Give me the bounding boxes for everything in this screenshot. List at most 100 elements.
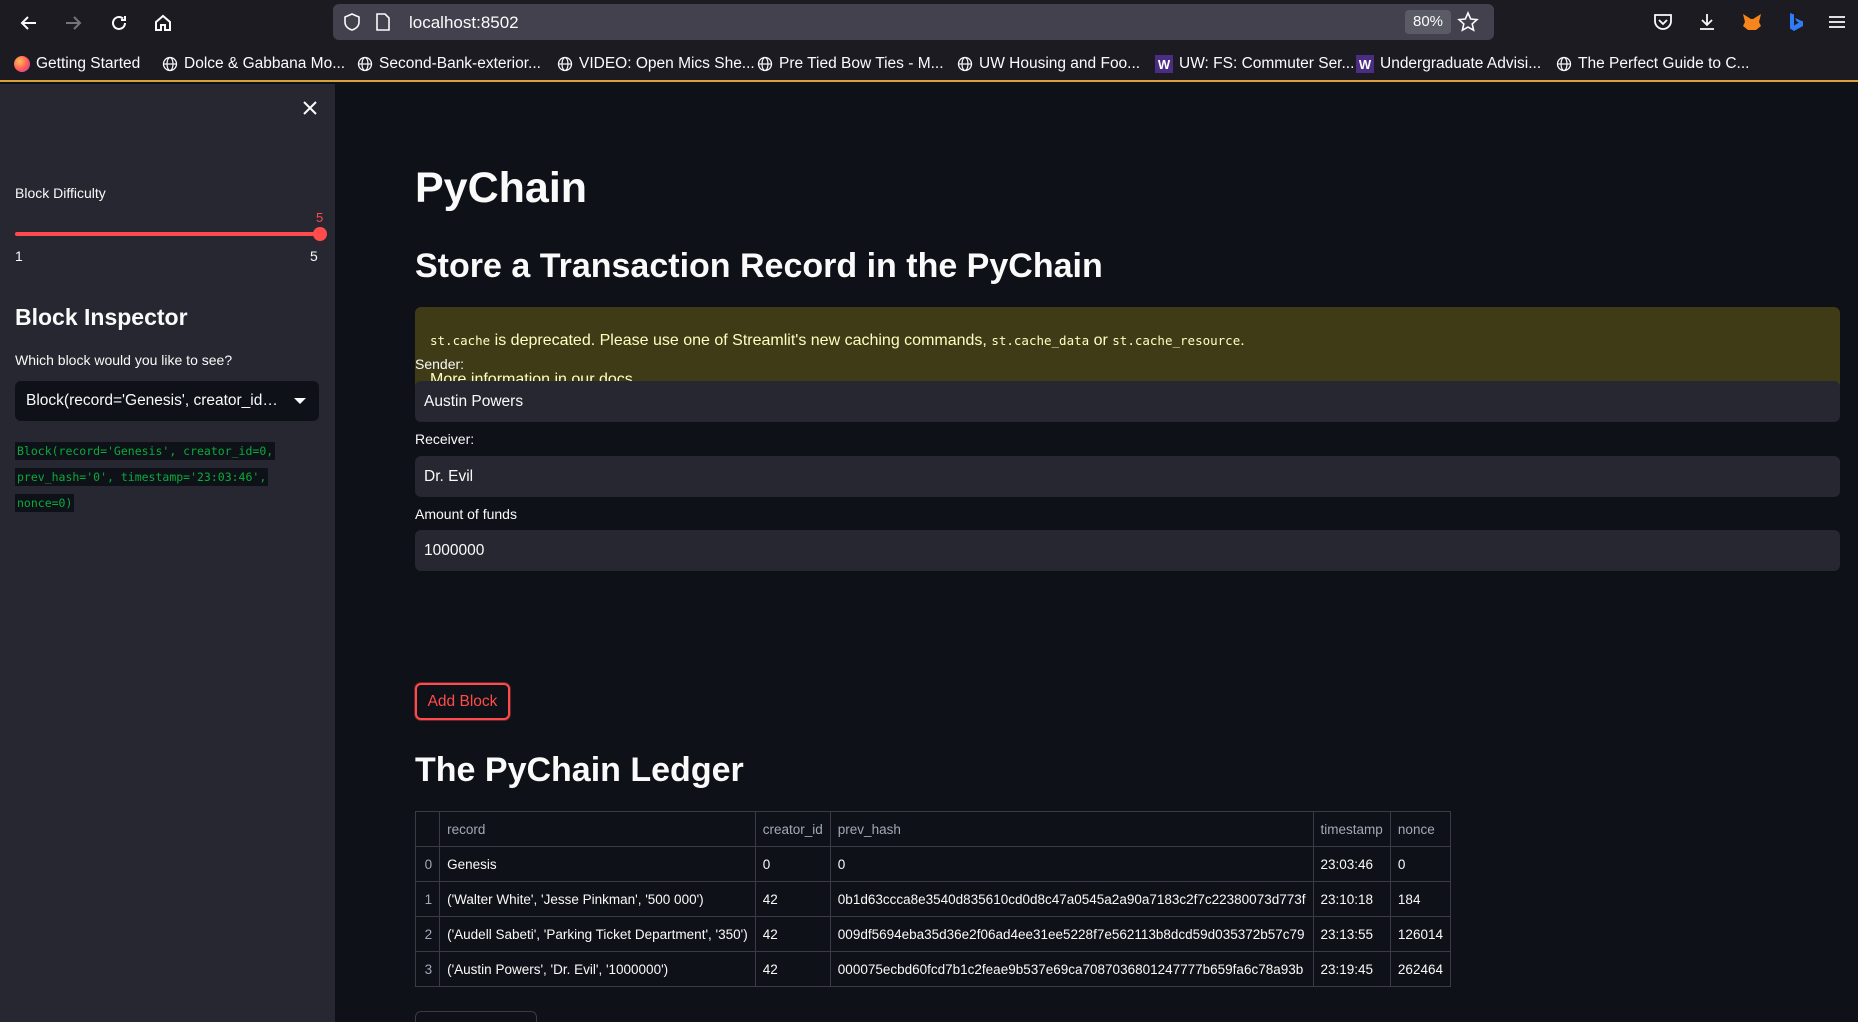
warning-text: or [1089, 332, 1113, 349]
sidebar: Block Difficulty 5 1 5 Block Inspector W… [0, 84, 335, 1022]
warning-code: st.cache [430, 333, 491, 348]
cell-creator-id[interactable]: 42 [754, 881, 831, 917]
pocket-icon[interactable] [1652, 11, 1676, 35]
globe-icon [957, 56, 973, 72]
block-select-dropdown[interactable]: Block(record='Genesis', creator_id=... [15, 381, 319, 421]
receiver-input[interactable] [415, 456, 1840, 497]
metamask-fox-icon[interactable] [1741, 11, 1765, 35]
block-select-label: Which block would you like to see? [15, 352, 233, 368]
bookmark-item[interactable]: UW Housing and Foo... [957, 53, 1140, 75]
page-icon[interactable] [375, 13, 391, 31]
cell-prev-hash[interactable]: 000075ecbd60fcd7b1c2feae9b537e69ca708703… [829, 951, 1314, 987]
zoom-level-badge[interactable]: 80% [1405, 10, 1452, 34]
column-header-creator-id[interactable]: creator_id [754, 811, 831, 847]
bookmark-item[interactable]: The Perfect Guide to C... [1556, 53, 1749, 75]
reload-icon [112, 15, 126, 30]
browser-toolbar: localhost:8502 80% [0, 0, 1858, 45]
warning-text: is deprecated. Please use one of Streaml… [490, 332, 992, 349]
main-content: PyChain Store a Transaction Record in th… [335, 84, 1858, 1022]
bookmark-getting-started[interactable]: Getting Started [14, 53, 140, 75]
home-button[interactable] [148, 8, 178, 38]
column-header-prev-hash[interactable]: prev_hash [829, 811, 1314, 847]
block-select-value: Block(record='Genesis', creator_id=... [26, 392, 282, 409]
code-line: prev_hash='0', timestamp='23:03:46', [15, 468, 269, 486]
chevron-down-icon [294, 398, 306, 404]
reload-button[interactable] [104, 8, 134, 38]
cell-prev-hash[interactable]: 0b1d63ccca8e3540d835610cd0d8c47a0545a2a9… [829, 881, 1314, 917]
slider-current-value: 5 [316, 210, 324, 225]
uw-logo-icon: W [1155, 55, 1173, 73]
slider-max-label: 5 [310, 248, 318, 264]
sender-input[interactable] [415, 381, 1840, 422]
table-row: 2 ('Audell Sabeti', 'Parking Ticket Depa… [414, 916, 1452, 952]
cell-timestamp[interactable]: 23:19:45 [1312, 951, 1391, 987]
code-line: Block(record='Genesis', creator_id=0, [15, 442, 276, 460]
bookmark-star-icon[interactable] [1457, 11, 1479, 33]
table-header-row: record creator_id prev_hash timestamp no… [414, 811, 1452, 847]
home-icon [155, 14, 171, 31]
bookmark-item[interactable]: VIDEO: Open Mics She... [557, 53, 755, 75]
row-index[interactable]: 1 [414, 881, 441, 917]
column-header-index[interactable] [414, 811, 441, 847]
cell-record[interactable]: ('Austin Powers', 'Dr. Evil', '1000000') [439, 951, 756, 987]
bookmark-item[interactable]: Dolce & Gabbana Mo... [162, 53, 345, 75]
uw-logo-icon: W [1356, 55, 1374, 73]
block-difficulty-label: Block Difficulty [15, 185, 106, 201]
forward-button[interactable] [58, 8, 88, 38]
cell-prev-hash[interactable]: 0 [829, 846, 1314, 882]
cell-prev-hash[interactable]: 009df5694eba35d36e2f06ad4ee31ee5228f7e56… [829, 916, 1314, 952]
column-header-nonce[interactable]: nonce [1389, 811, 1452, 847]
globe-icon [162, 56, 178, 72]
ledger-table[interactable]: record creator_id prev_hash timestamp no… [414, 811, 1452, 987]
cell-timestamp[interactable]: 23:03:46 [1312, 846, 1391, 882]
add-block-button[interactable]: Add Block [415, 683, 510, 720]
cell-nonce[interactable]: 0 [1389, 846, 1452, 882]
amount-label: Amount of funds [415, 506, 517, 522]
code-line: nonce=0) [15, 494, 75, 512]
menu-icon[interactable] [1826, 11, 1850, 35]
bookmark-item[interactable]: W UW: FS: Commuter Ser... [1155, 53, 1354, 75]
cell-creator-id[interactable]: 42 [754, 916, 831, 952]
cell-creator-id[interactable]: 42 [754, 951, 831, 987]
cell-record[interactable]: ('Walter White', 'Jesse Pinkman', '500 0… [439, 881, 756, 917]
cell-record[interactable]: ('Audell Sabeti', 'Parking Ticket Depart… [439, 916, 756, 952]
cell-nonce[interactable]: 262464 [1389, 951, 1452, 987]
cell-nonce[interactable]: 184 [1389, 881, 1452, 917]
receiver-label: Receiver: [415, 431, 475, 447]
partially-visible-button[interactable] [415, 1011, 537, 1022]
back-arrow-icon [20, 16, 36, 30]
cell-record[interactable]: Genesis [439, 846, 756, 882]
cell-nonce[interactable]: 126014 [1389, 916, 1452, 952]
ledger-heading: The PyChain Ledger [415, 751, 744, 789]
block-inspector-heading: Block Inspector [15, 304, 188, 330]
shield-icon[interactable] [343, 13, 361, 31]
cell-timestamp[interactable]: 23:13:55 [1312, 916, 1391, 952]
row-index[interactable]: 3 [414, 951, 441, 987]
column-header-timestamp[interactable]: timestamp [1312, 811, 1391, 847]
cell-creator-id[interactable]: 0 [754, 846, 831, 882]
warning-message: st.cache is deprecated. Please use one o… [430, 332, 1245, 350]
table-row: 3 ('Austin Powers', 'Dr. Evil', '1000000… [414, 951, 1452, 987]
amount-input[interactable] [415, 530, 1840, 571]
difficulty-slider-thumb[interactable] [313, 227, 327, 241]
back-button[interactable] [14, 8, 44, 38]
sender-label: Sender: [415, 356, 465, 372]
cell-timestamp[interactable]: 23:10:18 [1312, 881, 1391, 917]
bookmark-item[interactable]: Pre Tied Bow Ties - M... [757, 53, 944, 75]
bookmarks-bar: Getting Started Dolce & Gabbana Mo... Se… [0, 45, 1858, 82]
slider-min-label: 1 [15, 248, 23, 264]
row-index[interactable]: 2 [414, 916, 441, 952]
bookmark-item[interactable]: W Undergraduate Advisi... [1356, 53, 1541, 75]
globe-icon [557, 56, 573, 72]
warning-text: . [1240, 332, 1245, 349]
difficulty-slider-track[interactable] [15, 232, 320, 236]
warning-code: st.cache_resource [1112, 333, 1241, 348]
close-sidebar-button[interactable] [300, 98, 324, 122]
downloads-icon[interactable] [1696, 11, 1720, 35]
column-header-record[interactable]: record [439, 811, 756, 847]
url-bar[interactable]: localhost:8502 80% [333, 4, 1494, 40]
bing-extension-icon[interactable] [1785, 11, 1809, 35]
row-index[interactable]: 0 [414, 846, 441, 882]
bookmark-item[interactable]: Second-Bank-exterior... [357, 53, 541, 75]
url-text[interactable]: localhost:8502 [409, 13, 519, 33]
